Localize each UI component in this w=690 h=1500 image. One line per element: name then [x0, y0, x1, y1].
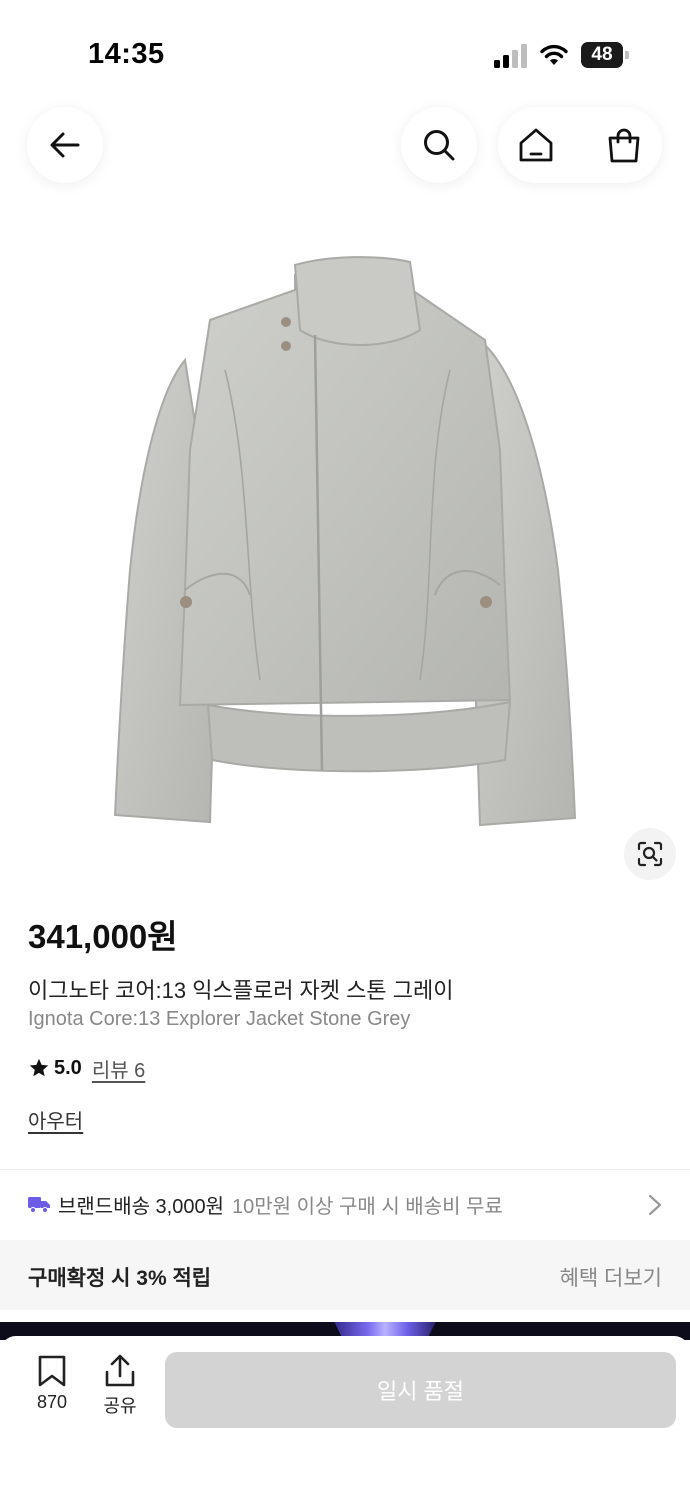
status-time: 14:35 [88, 38, 165, 70]
benefit-row: 구매확정 시 3% 적립 혜택 더보기 [0, 1240, 690, 1310]
wishlist-button[interactable]: 870 [24, 1354, 80, 1418]
search-button[interactable] [401, 107, 477, 183]
benefit-more-link[interactable]: 혜택 더보기 [560, 1262, 662, 1292]
share-button[interactable]: 공유 [94, 1354, 146, 1418]
product-name-english: Ignota Core:13 Explorer Jacket Stone Gre… [28, 1008, 411, 1030]
shipping-label: 브랜드배송 3,000원 [58, 1195, 225, 1218]
review-link[interactable]: 리뷰 6 [92, 1054, 145, 1083]
bookmark-icon [38, 1355, 66, 1387]
signal-icon [494, 44, 527, 68]
shipping-note: 10만원 이상 구매 시 배송비 무료 [232, 1195, 503, 1218]
search-icon [424, 130, 455, 161]
benefit-label: 구매확정 시 3% 적립 [28, 1267, 212, 1290]
category-link[interactable]: 아우터 [28, 1105, 83, 1134]
image-search-icon [637, 841, 663, 867]
wishlist-count: 870 [36, 1392, 68, 1412]
rating-value: 5.0 [54, 1056, 82, 1079]
share-label: 공유 [103, 1396, 137, 1416]
soldout-button[interactable]: 일시 품절 [165, 1352, 676, 1428]
home-button[interactable] [516, 125, 556, 165]
shopping-bag-icon [608, 128, 640, 163]
shipping-info-row[interactable]: 브랜드배송 3,000원 10만원 이상 구매 시 배송비 무료 [0, 1170, 690, 1238]
home-icon [519, 128, 553, 162]
share-icon [105, 1354, 135, 1387]
battery-level: 48 [581, 42, 623, 68]
truck-icon [28, 1197, 50, 1213]
product-price: 341,000원 [28, 918, 178, 955]
battery-icon: 48 [581, 42, 629, 68]
back-arrow-icon [50, 132, 80, 158]
image-search-button[interactable] [624, 828, 676, 880]
nav-pill [498, 107, 662, 183]
bottom-action-bar: 870 공유 일시 품절 [0, 1336, 690, 1500]
chevron-right-icon [648, 1194, 662, 1216]
product-image[interactable] [90, 250, 600, 840]
back-button[interactable] [27, 107, 103, 183]
star-icon [29, 1058, 49, 1077]
product-name-korean: 이그노타 코어:13 익스플로러 자켓 스톤 그레이 [28, 978, 454, 1003]
wifi-icon [540, 44, 568, 65]
cart-button[interactable] [604, 125, 644, 165]
rating-row: 5.0 리뷰 6 [28, 1054, 145, 1082]
status-bar: 14:35 48 [0, 0, 690, 100]
